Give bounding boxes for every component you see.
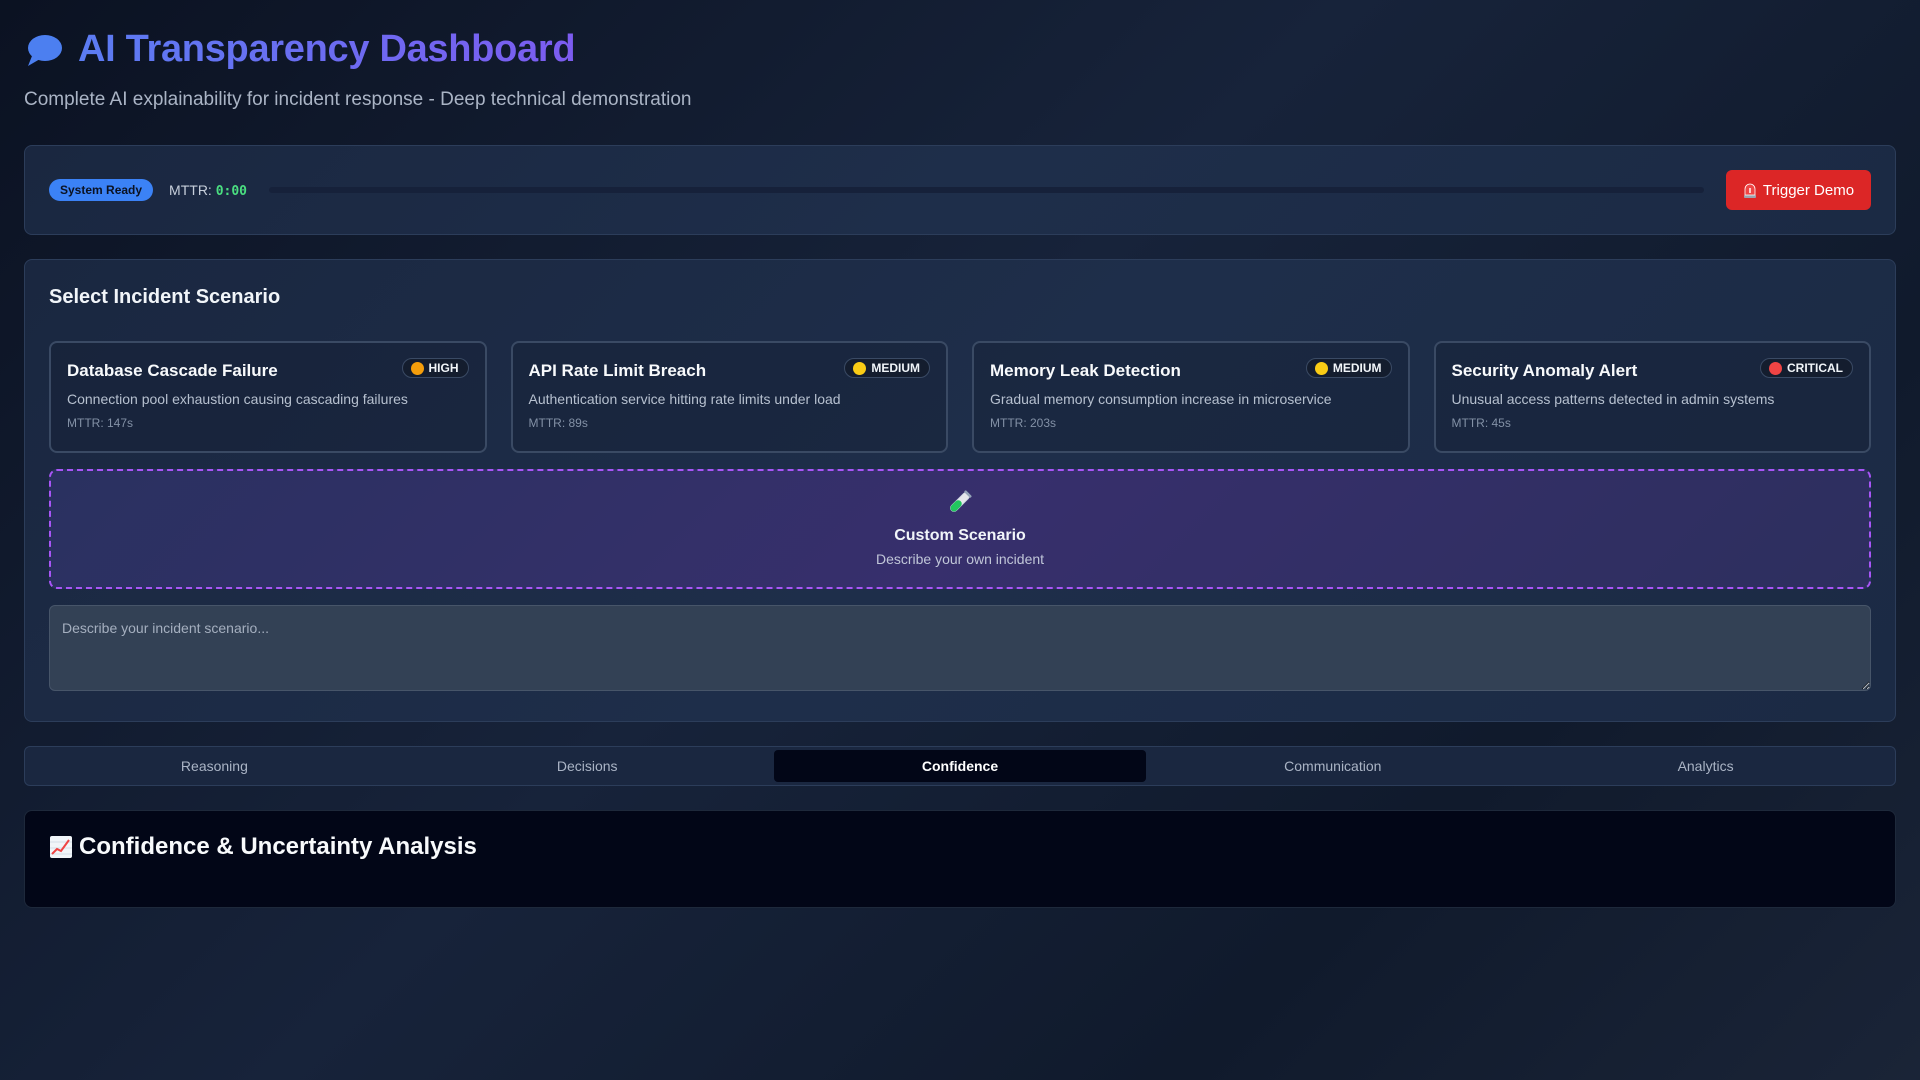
severity-badge: MEDIUM	[844, 358, 930, 378]
incident-progress-bar	[269, 187, 1704, 193]
custom-scenario-card[interactable]: Custom Scenario Describe your own incide…	[49, 469, 1871, 589]
custom-scenario-input[interactable]	[49, 605, 1871, 691]
siren-icon	[1743, 183, 1756, 198]
confidence-panel-heading: Confidence & Uncertainty Analysis	[49, 833, 1871, 861]
yellow-circle-icon	[1314, 361, 1328, 375]
title-row: AI Transparency Dashboard	[24, 28, 1896, 71]
mttr-readout: MTTR: 0:00	[169, 182, 247, 199]
tab-analytics[interactable]: Analytics	[1519, 750, 1892, 782]
scenario-card-mttr: MTTR: 203s	[990, 416, 1057, 430]
scenario-card-title: API Rate Limit Breach	[528, 361, 707, 380]
test-tube-icon	[950, 490, 972, 512]
severity-badge: CRITICAL	[1760, 358, 1853, 378]
scenario-selector: Select Incident Scenario Database Cascad…	[24, 259, 1896, 722]
scenario-card-mttr: MTTR: 147s	[67, 416, 134, 430]
status-badge: System Ready	[49, 179, 154, 201]
page-header: AI Transparency Dashboard Complete AI ex…	[24, 0, 1896, 145]
scenario-card-mttr: MTTR: 45s	[1451, 416, 1511, 430]
orange-circle-icon	[410, 361, 424, 375]
dashboard: AI Transparency Dashboard Complete AI ex…	[24, 0, 1896, 908]
trigger-demo-label: Trigger Demo	[1762, 181, 1855, 199]
tab-reasoning[interactable]: Reasoning	[28, 750, 401, 782]
tab-decisions[interactable]: Decisions	[401, 750, 774, 782]
scenario-card-title: Security Anomaly Alert	[1451, 361, 1638, 380]
confidence-panel-title: Confidence & Uncertainty Analysis	[79, 833, 477, 860]
tab-communication[interactable]: Communication	[1146, 750, 1519, 782]
status-bar: System Ready MTTR: 0:00 Trigger Demo	[24, 145, 1896, 235]
yellow-circle-icon	[853, 361, 867, 375]
page-title: AI Transparency Dashboard	[78, 28, 576, 70]
scenario-card-title: Memory Leak Detection	[990, 361, 1181, 380]
chart-increasing-icon	[50, 836, 72, 858]
custom-scenario-title: Custom Scenario	[894, 527, 1026, 544]
scenario-card-description: Gradual memory consumption increase in m…	[990, 391, 1332, 407]
severity-label: MEDIUM	[1332, 361, 1382, 375]
scenario-card-api-rate-limit[interactable]: API Rate Limit Breach MEDIUM Authenticat…	[510, 341, 948, 453]
scenario-card-mttr: MTTR: 89s	[528, 416, 588, 430]
scenario-card-description: Authentication service hitting rate limi…	[528, 391, 841, 407]
mttr-label: MTTR:	[169, 181, 212, 198]
speech-bubble-icon	[28, 34, 62, 66]
trigger-demo-button[interactable]: Trigger Demo	[1726, 170, 1871, 210]
custom-scenario-subtitle: Describe your own incident	[875, 551, 1045, 567]
severity-badge: MEDIUM	[1305, 358, 1392, 378]
tab-confidence[interactable]: Confidence	[773, 750, 1147, 782]
severity-badge: HIGH	[401, 358, 469, 378]
scenario-card-security-anomaly[interactable]: Security Anomaly Alert CRITICAL Unusual …	[1433, 341, 1871, 453]
scenario-card-memory-leak[interactable]: Memory Leak Detection MEDIUM Gradual mem…	[972, 341, 1410, 453]
severity-label: CRITICAL	[1787, 361, 1843, 375]
mttr-value: 0:00	[215, 183, 248, 199]
scenario-card-database-cascade[interactable]: Database Cascade Failure HIGH Connection…	[49, 341, 487, 453]
scenario-card-title: Database Cascade Failure	[67, 361, 278, 380]
severity-label: MEDIUM	[871, 361, 920, 375]
scenario-section-title: Select Incident Scenario	[49, 286, 281, 308]
scenario-card-description: Unusual access patterns detected in admi…	[1451, 391, 1775, 407]
confidence-panel: Confidence & Uncertainty Analysis	[24, 810, 1896, 908]
scenario-cards: Database Cascade Failure HIGH Connection…	[49, 341, 1871, 453]
severity-label: HIGH	[428, 361, 459, 375]
analysis-tabs: Reasoning Decisions Confidence Communica…	[24, 746, 1896, 786]
red-circle-icon	[1769, 361, 1782, 375]
page-subtitle: Complete AI explainability for incident …	[24, 89, 692, 110]
scenario-card-description: Connection pool exhaustion causing casca…	[67, 391, 408, 407]
